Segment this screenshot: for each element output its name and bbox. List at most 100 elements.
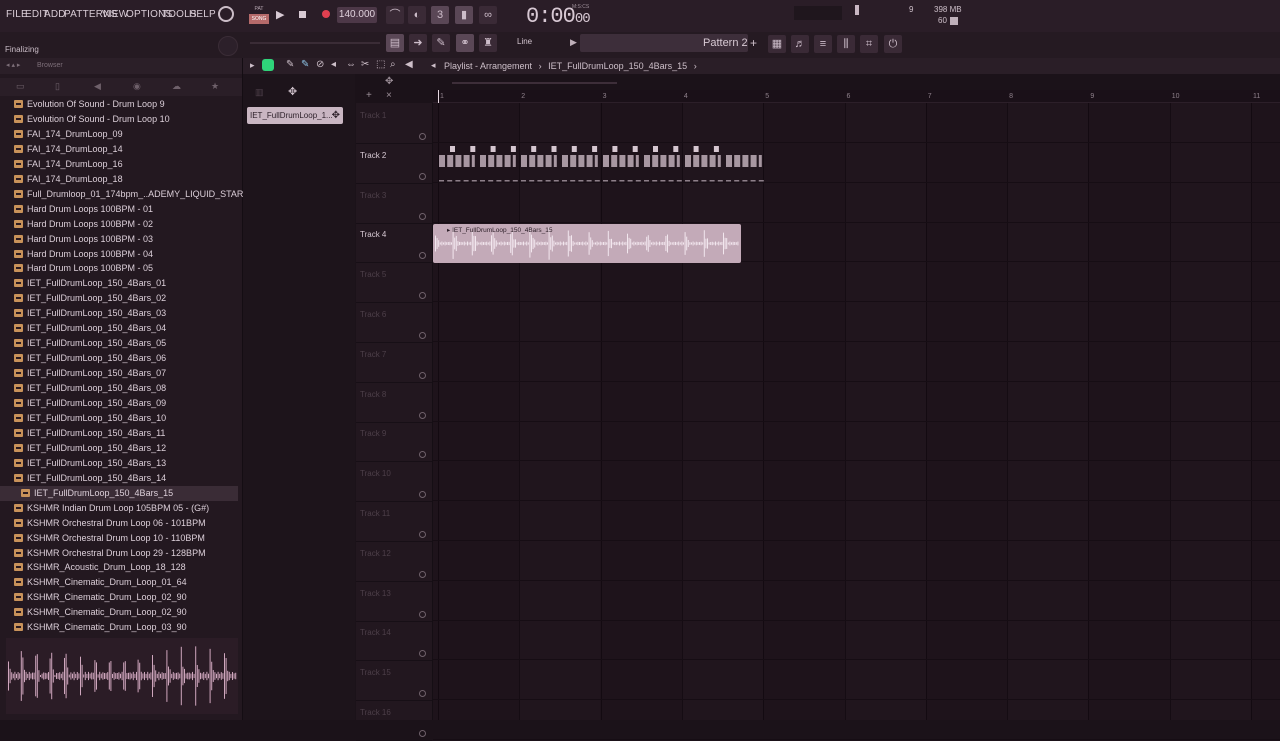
pencil-icon[interactable]: ✎	[432, 34, 450, 52]
draw-tool-icon[interactable]: ✎	[286, 59, 294, 70]
playlist-magnet-icon[interactable]	[262, 59, 274, 71]
playlist-icon[interactable]: ▦	[768, 35, 786, 53]
play-icon[interactable]: ▶	[276, 8, 284, 21]
track-header[interactable]: Track 14	[356, 620, 432, 662]
track-mute-icon[interactable]	[419, 292, 426, 300]
delete-tool-icon[interactable]: ⊘	[316, 59, 324, 70]
browser-item[interactable]: Evolution Of Sound - Drum Loop 9	[0, 97, 238, 112]
browser-item[interactable]: KSHMR_Cinematic_Drum_Loop_03_90	[0, 620, 238, 635]
select-tool-icon[interactable]: ⬚	[376, 59, 385, 70]
browser-item[interactable]: IET_FullDrumLoop_150_4Bars_08	[0, 381, 238, 396]
track-header[interactable]: Track 5	[356, 262, 432, 304]
track-mute-icon[interactable]	[419, 650, 426, 658]
track-mute-icon[interactable]	[419, 730, 426, 737]
track-mute-icon[interactable]	[419, 252, 426, 260]
stamp-icon[interactable]: ♜	[479, 34, 497, 52]
browser-item[interactable]: Evolution Of Sound - Drum Loop 10	[0, 112, 238, 127]
track-mute-icon[interactable]	[419, 332, 426, 339]
master-pitch-slider[interactable]	[250, 42, 380, 44]
plugin-icon[interactable]: ◉	[133, 81, 141, 92]
browser-item[interactable]: IET_FullDrumLoop_150_4Bars_02	[0, 291, 238, 306]
track-header[interactable]: Track 11	[356, 501, 432, 542]
step-edit-icon[interactable]: ▮	[455, 6, 473, 24]
browser-item[interactable]: FAI_174_DrumLoop_18	[0, 172, 238, 187]
track-mute-icon[interactable]	[419, 371, 426, 379]
slip-tool-icon[interactable]: ⇔	[346, 59, 356, 70]
speaker-icon[interactable]: ◀	[94, 81, 101, 92]
browser-item[interactable]: Hard Drum Loops 100BPM - 03	[0, 232, 238, 247]
browser-item[interactable]: IET_FullDrumLoop_150_4Bars_10	[0, 411, 238, 426]
track-header[interactable]: Track 15	[356, 660, 432, 702]
link-icon[interactable]: ⚭	[456, 34, 474, 52]
menu-view[interactable]: VIEW	[102, 9, 128, 20]
track-mute-icon[interactable]	[419, 133, 426, 140]
master-volume-knob[interactable]	[218, 6, 234, 22]
browser-item[interactable]: FAI_174_DrumLoop_16	[0, 157, 238, 172]
arrow-right-icon[interactable]: ➜	[409, 34, 427, 52]
channel-rack-icon[interactable]: ≡	[814, 35, 832, 53]
tempo-display[interactable]: 140.000	[337, 7, 377, 23]
menu-help[interactable]: HELP	[189, 9, 216, 20]
track-mute-icon[interactable]	[419, 570, 426, 578]
cloud-icon[interactable]: ☁	[172, 81, 181, 92]
track-header[interactable]: Track 12	[356, 541, 432, 582]
browser-item[interactable]: KSHMR Indian Drum Loop 105BPM 05 - (G#)	[0, 501, 238, 516]
browser-item[interactable]: IET_FullDrumLoop_150_4Bars_11	[0, 426, 238, 441]
browser-item[interactable]: IET_FullDrumLoop_150_4Bars_06	[0, 351, 238, 366]
zoom-tool-icon[interactable]: ⌕	[390, 59, 396, 70]
slice-tool-icon[interactable]: ✂	[361, 59, 369, 70]
browser-item[interactable]: KSHMR Orchestral Drum Loop 29 - 128BPM	[0, 546, 238, 561]
browser-nav-icon[interactable]: ◂ ▴ ▸	[6, 61, 20, 69]
add-track-icon[interactable]: +	[366, 90, 372, 101]
track-mute-icon[interactable]	[419, 451, 426, 459]
record-icon[interactable]	[322, 10, 330, 18]
remove-track-icon[interactable]: ×	[386, 90, 392, 101]
track-header[interactable]: Track 2	[356, 143, 432, 184]
star-icon[interactable]: ★	[211, 81, 219, 92]
browser-item[interactable]: KSHMR Orchestral Drum Loop 06 - 101BPM	[0, 516, 238, 531]
metronome-icon[interactable]: ⌒	[386, 6, 404, 24]
piano-roll-icon[interactable]: ♬	[791, 35, 809, 53]
picker-pattern-icon[interactable]: ▥	[255, 87, 264, 98]
browser-item[interactable]: IET_FullDrumLoop_150_4Bars_12	[0, 441, 238, 456]
track-header[interactable]: Track 7	[356, 342, 432, 383]
menu-add[interactable]: ADD	[44, 9, 66, 20]
browser-item[interactable]: IET_FullDrumLoop_150_4Bars_13	[0, 456, 238, 471]
playhead-marker[interactable]	[438, 90, 439, 103]
playlist-back-icon[interactable]: ◂	[431, 60, 436, 71]
browser-item[interactable]: KSHMR Orchestral Drum Loop 10 - 110BPM	[0, 531, 238, 546]
browser-item[interactable]: IET_FullDrumLoop_150_4Bars_03	[0, 306, 238, 321]
browser-item[interactable]: KSHMR_Cinematic_Drum_Loop_02_90	[0, 605, 238, 620]
pitch-knob[interactable]	[218, 36, 238, 56]
browser-item[interactable]: Hard Drum Loops 100BPM - 02	[0, 217, 238, 232]
playlist-scrollbar[interactable]	[452, 82, 617, 84]
browser-item[interactable]: Hard Drum Loops 100BPM - 01	[0, 202, 238, 217]
track-header[interactable]: Track 6	[356, 302, 432, 343]
timeline-ruler[interactable]	[433, 90, 1280, 103]
playback-tool-icon[interactable]: ◀	[405, 59, 413, 70]
browser-item[interactable]: FAI_174_DrumLoop_14	[0, 142, 238, 157]
playlist-view-icon[interactable]: ▤	[386, 34, 404, 52]
browser-item[interactable]: Hard Drum Loops 100BPM - 05	[0, 261, 238, 276]
browser-item[interactable]: Hard Drum Loops 100BPM - 04	[0, 247, 238, 262]
browser-item[interactable]: IET_FullDrumLoop_150_4Bars_04	[0, 321, 238, 336]
track2-pattern-clips[interactable]	[433, 143, 773, 185]
pat-song-toggle[interactable]: PAT SONG	[249, 4, 269, 26]
track-mute-icon[interactable]	[419, 690, 426, 698]
countdown-icon[interactable]: 3	[431, 6, 449, 24]
playlist-menu-arrow-icon[interactable]: ▸	[250, 60, 255, 71]
browser-item[interactable]: KSHMR_Cinematic_Drum_Loop_02_90	[0, 590, 238, 605]
wait-input-icon[interactable]: ◐	[408, 6, 426, 24]
track-mute-icon[interactable]	[419, 491, 426, 499]
track-mute-icon[interactable]	[419, 411, 426, 419]
browser-item[interactable]: FAI_174_DrumLoop_09	[0, 127, 238, 142]
paint-tool-icon[interactable]: ✎	[301, 59, 309, 70]
snap-selector[interactable]: Line	[517, 37, 532, 46]
loop-record-icon[interactable]: ∞	[479, 6, 497, 24]
track-mute-icon[interactable]	[419, 610, 426, 618]
track-header[interactable]: Track 13	[356, 581, 432, 622]
browser-item[interactable]: IET_FullDrumLoop_150_4Bars_07	[0, 366, 238, 381]
browser-item[interactable]: KSHMR_Acoustic_Drum_Loop_18_128	[0, 560, 238, 575]
mute-tool-icon[interactable]: ◂	[331, 59, 336, 70]
browser-item[interactable]: IET_FullDrumLoop_150_4Bars_05	[0, 336, 238, 351]
